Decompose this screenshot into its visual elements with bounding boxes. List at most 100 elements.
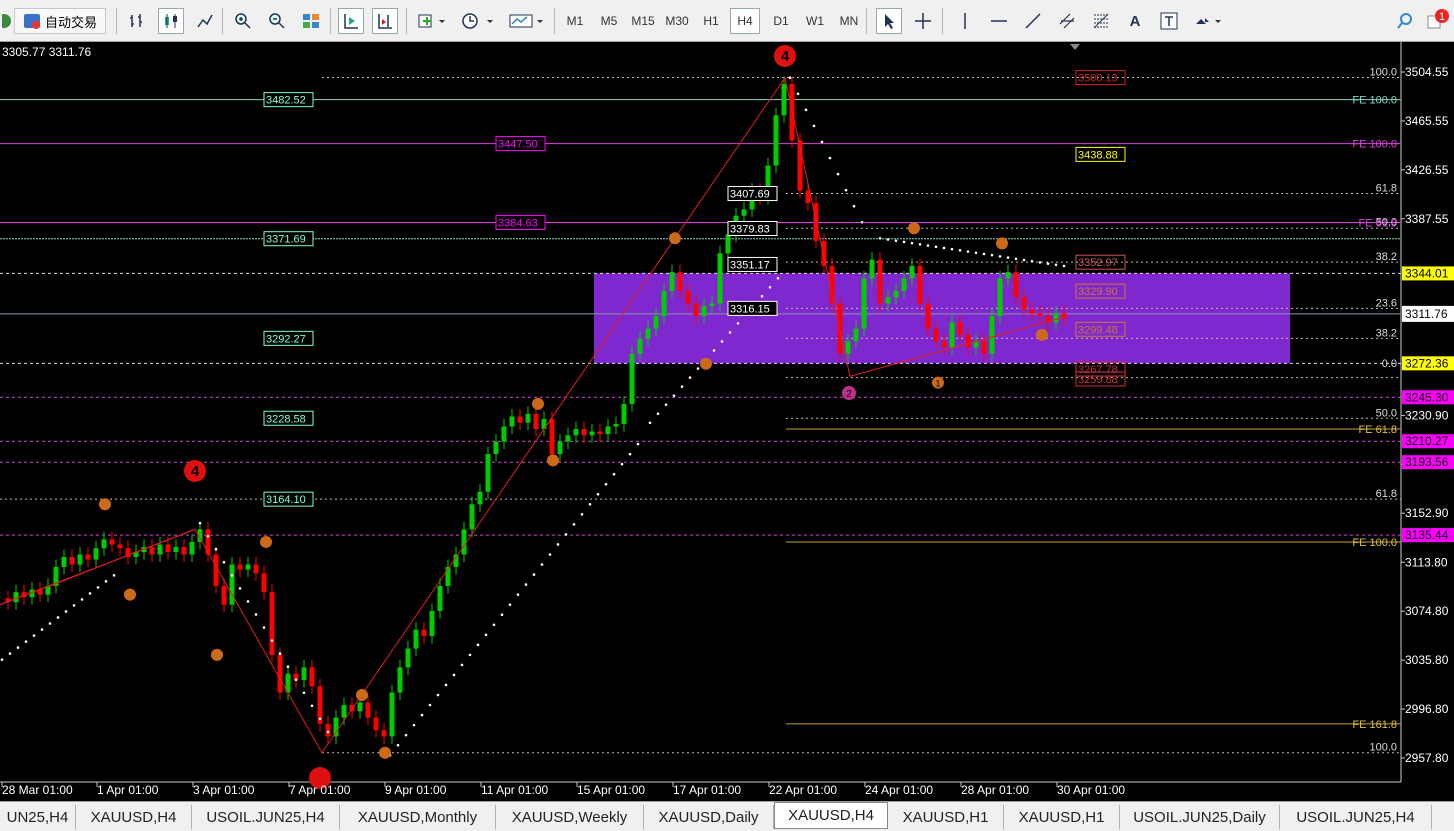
sar-dot: [926, 244, 930, 247]
sar-dot: [412, 723, 416, 727]
sar-dot: [688, 376, 692, 379]
timeframe-m15-button[interactable]: M15: [628, 8, 658, 34]
candle-body: [669, 272, 675, 292]
search-icon[interactable]: [1392, 8, 1418, 34]
horizontal-line-icon[interactable]: [986, 8, 1012, 34]
candle-body: [925, 303, 931, 329]
chart-tab[interactable]: XAUUSD,H1: [1004, 805, 1120, 829]
candle-body: [109, 539, 115, 545]
price-chart[interactable]: 4 4 2 1 3305.77 3311.76 3482.52 3447.50 3384.63…: [0, 42, 1454, 801]
chart-tab[interactable]: XAUUSD,Daily: [644, 805, 774, 829]
sar-dot: [728, 331, 732, 334]
sar-dot: [198, 521, 202, 525]
time-axis-label: 28 Apr 01:00: [961, 783, 1029, 797]
chart-shift-icon[interactable]: [372, 8, 398, 34]
arrows-icon[interactable]: [1190, 8, 1226, 34]
crosshair-icon[interactable]: [910, 8, 936, 34]
trendline-icon[interactable]: [1020, 8, 1046, 34]
candle-body: [957, 322, 963, 335]
autotrade-button[interactable]: 自动交易: [14, 8, 106, 34]
vertical-line-icon[interactable]: [952, 8, 978, 34]
timeframe-m1-button[interactable]: M1: [560, 8, 590, 34]
line-chart-icon[interactable]: [192, 8, 218, 34]
candle-body: [773, 115, 779, 166]
bar-chart-icon[interactable]: [124, 8, 150, 34]
zoom-in-icon[interactable]: [230, 8, 256, 34]
sar-dot: [860, 220, 864, 224]
support-resistance-zone[interactable]: [594, 273, 1290, 364]
chart-tab[interactable]: USOIL.JUN25,Daily: [1120, 805, 1280, 829]
candle-body: [917, 265, 923, 304]
chart-tab[interactable]: XAUUSD,H1: [888, 805, 1004, 829]
sar-dot: [104, 580, 108, 583]
chart-area[interactable]: 4 4 2 1 3305.77 3311.76 3482.52 3447.50 3384.63…: [0, 42, 1454, 801]
sar-dot: [768, 285, 772, 289]
equidistant-channel-icon[interactable]: [1054, 8, 1080, 34]
wave-4-label: 4: [191, 463, 200, 480]
candle-body: [381, 730, 387, 737]
sar-dot: [902, 240, 906, 244]
timeframe-mn-button[interactable]: MN: [834, 8, 864, 34]
globe-icon: [2, 8, 12, 34]
candle-body: [573, 429, 579, 436]
wave-marker: [211, 648, 223, 661]
wave-marker: [700, 357, 712, 370]
timeframe-w1-button[interactable]: W1: [800, 8, 830, 34]
fib-level-label: 23.6: [1376, 297, 1397, 309]
cursor-icon[interactable]: [876, 8, 902, 34]
timeframe-h4-button[interactable]: H4: [730, 8, 760, 34]
candle-body: [909, 265, 915, 279]
indicators-icon[interactable]: [414, 8, 450, 34]
candle-body: [437, 585, 443, 611]
wave-marker: [532, 397, 544, 410]
timeframe-h1-button[interactable]: H1: [696, 8, 726, 34]
sar-dot: [950, 247, 954, 251]
text-icon[interactable]: A: [1122, 8, 1148, 34]
sar-dot: [404, 733, 408, 737]
sar-dot: [80, 598, 84, 601]
candle-body: [253, 564, 259, 574]
axis-price-badge-label: 3272.36: [1405, 356, 1449, 370]
candle-body: [1021, 297, 1027, 310]
candlestick-icon[interactable]: [158, 8, 184, 34]
chart-tab[interactable]: USOIL.JUN25,H4: [1280, 805, 1432, 829]
chart-tab[interactable]: XAUUSD,H4: [76, 805, 192, 829]
chart-tab[interactable]: XAUUSD,Weekly: [496, 805, 644, 829]
candle-body: [501, 426, 507, 442]
wave-marker: [99, 498, 111, 511]
sar-dot: [760, 294, 764, 298]
price-label: 3316.15: [730, 303, 770, 315]
candle-body: [13, 592, 19, 603]
sar-dot: [72, 604, 76, 607]
timeframe-m30-button[interactable]: M30: [662, 8, 692, 34]
periods-icon[interactable]: [458, 8, 498, 34]
price-label: 3407.69: [730, 189, 770, 201]
zoom-out-icon[interactable]: [264, 8, 290, 34]
timeframe-d1-button[interactable]: D1: [766, 8, 796, 34]
chart-tab[interactable]: USOIL.JUN25,H4: [192, 805, 340, 829]
sar-dot: [712, 349, 716, 352]
chart-tab[interactable]: XAUUSD,H4: [774, 802, 888, 829]
chart-tab[interactable]: UN25,H4: [0, 805, 76, 829]
fibonacci-icon[interactable]: [1088, 8, 1114, 34]
candle-body: [653, 316, 659, 329]
text-label-icon[interactable]: [1156, 8, 1182, 34]
toolbar: 自动交易 A 1 M1 M5 M15 M30 H1 H4 D1 W1 MN: [0, 0, 1454, 42]
price-label: 3164.10: [266, 494, 306, 506]
sar-dot: [492, 623, 496, 627]
sar-dot: [302, 691, 306, 695]
autoscroll-icon[interactable]: [338, 8, 364, 34]
price-axis-label: 3230.90: [1405, 408, 1449, 422]
sar-dot: [648, 421, 652, 425]
sar-dot: [572, 523, 576, 526]
chart-tab[interactable]: XAUUSD,Monthly: [340, 805, 496, 829]
timeframe-m5-button[interactable]: M5: [594, 8, 624, 34]
sar-dot: [222, 560, 226, 564]
price-axis-label: 3113.80: [1405, 555, 1448, 569]
tile-windows-icon[interactable]: [298, 8, 324, 34]
sar-dot: [934, 245, 938, 249]
candle-body: [605, 426, 611, 435]
price-label: 3259.88: [1078, 374, 1118, 386]
templates-icon[interactable]: [506, 8, 548, 34]
notification-icon[interactable]: 1: [1424, 8, 1450, 34]
